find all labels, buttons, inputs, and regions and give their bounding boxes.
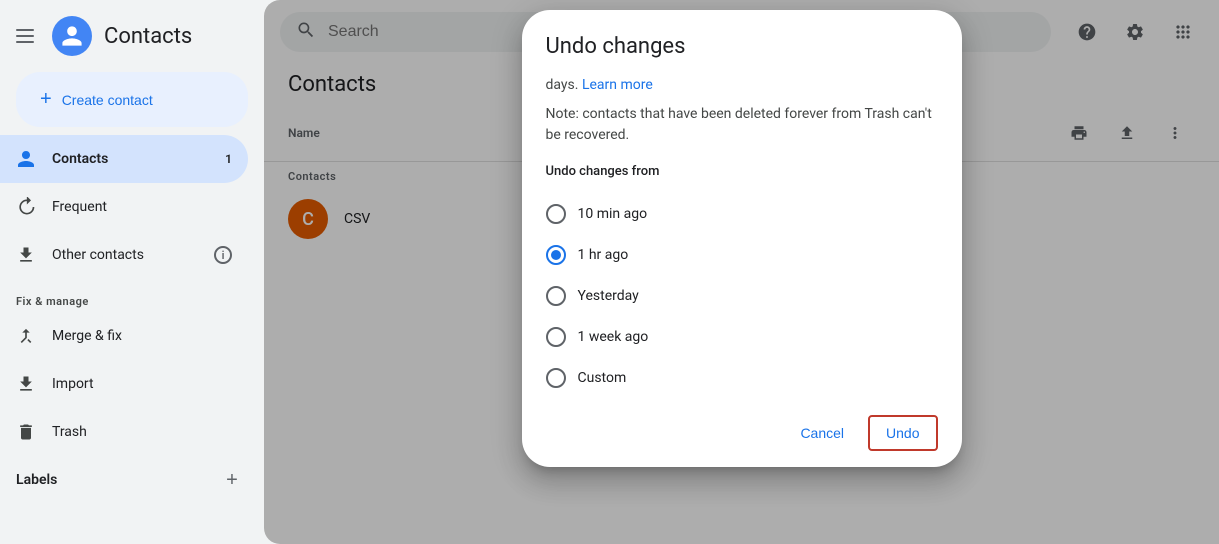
- sidebar-header: Contacts: [0, 8, 264, 72]
- sidebar-item-merge-fix[interactable]: Merge & fix: [0, 312, 248, 360]
- person-icon: [16, 149, 36, 169]
- other-contacts-info-icon[interactable]: i: [214, 246, 232, 264]
- radio-circle-1hr: [546, 245, 566, 265]
- import-label: Import: [52, 376, 94, 392]
- merge-icon: [16, 326, 36, 346]
- sidebar-item-contacts[interactable]: Contacts 1: [0, 135, 248, 183]
- sidebar: Contacts + Create contact Contacts 1 Fre…: [0, 0, 264, 544]
- menu-icon[interactable]: [16, 24, 40, 48]
- merge-fix-label: Merge & fix: [52, 328, 122, 344]
- undo-button[interactable]: Undo: [868, 415, 937, 451]
- radio-label-1hr: 1 hr ago: [578, 245, 629, 266]
- app-logo: [52, 16, 92, 56]
- dialog-body-text: days. Learn more: [546, 75, 938, 96]
- radio-option-1hr[interactable]: 1 hr ago: [546, 235, 938, 276]
- dialog-body: days. Learn more Note: contacts that hav…: [522, 75, 962, 399]
- radio-option-10min[interactable]: 10 min ago: [546, 194, 938, 235]
- radio-circle-10min: [546, 204, 566, 224]
- note-text: Note: contacts that have been deleted fo…: [546, 104, 938, 146]
- create-contact-label: Create contact: [62, 92, 153, 108]
- dialog-overlay: Undo changes days. Learn more Note: cont…: [264, 0, 1219, 544]
- other-contacts-label: Other contacts: [52, 247, 144, 263]
- radio-circle-1week: [546, 327, 566, 347]
- download-icon: [16, 245, 36, 265]
- plus-icon: +: [40, 88, 52, 111]
- frequent-label: Frequent: [52, 199, 107, 215]
- radio-label-yesterday: Yesterday: [578, 286, 639, 307]
- radio-option-1week[interactable]: 1 week ago: [546, 317, 938, 358]
- contacts-label: Contacts: [52, 151, 108, 167]
- radio-label-1week: 1 week ago: [578, 327, 649, 348]
- sidebar-item-trash[interactable]: Trash: [0, 408, 248, 456]
- radio-group-label: Undo changes from: [546, 162, 938, 182]
- sidebar-item-frequent[interactable]: Frequent: [0, 183, 248, 231]
- sidebar-item-import[interactable]: Import: [0, 360, 248, 408]
- history-icon: [16, 197, 36, 217]
- radio-circle-yesterday: [546, 286, 566, 306]
- app-title: Contacts: [104, 24, 192, 49]
- sidebar-item-other-contacts[interactable]: Other contacts i: [0, 231, 248, 279]
- labels-title: Labels: [16, 472, 208, 488]
- create-contact-button[interactable]: + Create contact: [16, 72, 248, 127]
- cancel-button[interactable]: Cancel: [784, 417, 860, 449]
- add-label-button[interactable]: +: [216, 464, 248, 496]
- radio-label-10min: 10 min ago: [578, 204, 648, 225]
- learn-more-link[interactable]: Learn more: [582, 77, 653, 93]
- undo-changes-dialog: Undo changes days. Learn more Note: cont…: [522, 10, 962, 467]
- contacts-badge: 1: [225, 152, 232, 166]
- dialog-title: Undo changes: [522, 10, 962, 75]
- main-content: Contacts Name Phone number Contacts: [264, 0, 1219, 544]
- labels-section: Labels +: [0, 456, 264, 504]
- radio-circle-custom: [546, 368, 566, 388]
- import-icon: [16, 374, 36, 394]
- radio-option-yesterday[interactable]: Yesterday: [546, 276, 938, 317]
- fix-manage-section-label: Fix & manage: [0, 279, 264, 312]
- dialog-actions: Cancel Undo: [522, 399, 962, 467]
- trash-label: Trash: [52, 424, 87, 440]
- radio-label-custom: Custom: [578, 368, 627, 389]
- trash-icon: [16, 422, 36, 442]
- radio-option-custom[interactable]: Custom: [546, 358, 938, 399]
